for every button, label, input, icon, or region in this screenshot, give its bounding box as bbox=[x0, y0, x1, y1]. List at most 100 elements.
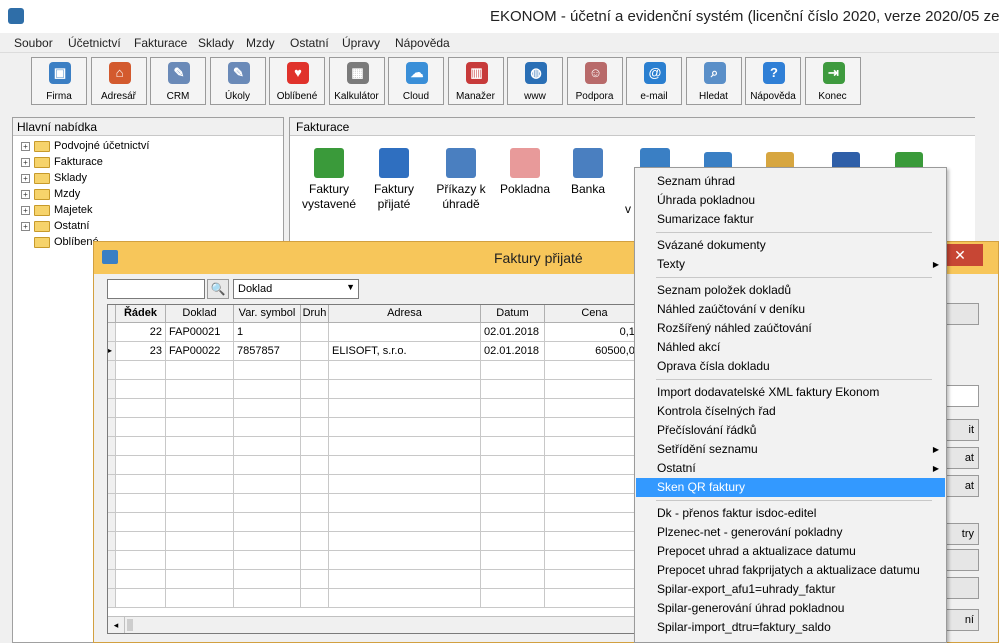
empty-cell[interactable] bbox=[481, 589, 545, 608]
row-indicator[interactable] bbox=[108, 437, 116, 456]
empty-cell[interactable] bbox=[481, 399, 545, 418]
context-menu-item[interactable]: Sken QR faktury bbox=[636, 478, 945, 497]
empty-cell[interactable] bbox=[329, 456, 481, 475]
empty-cell[interactable] bbox=[481, 437, 545, 456]
empty-cell[interactable] bbox=[481, 494, 545, 513]
fakturace-item-3[interactable]: Pokladna bbox=[490, 148, 560, 197]
fakturace-item-4[interactable]: Banka bbox=[553, 148, 623, 197]
context-menu-item[interactable]: Seznam úhrad bbox=[636, 172, 945, 191]
empty-cell[interactable] bbox=[116, 589, 166, 608]
empty-cell[interactable] bbox=[545, 551, 641, 570]
row-indicator[interactable] bbox=[108, 399, 116, 418]
tree-item[interactable]: + Fakturace bbox=[21, 156, 103, 172]
scroll-thumb[interactable] bbox=[127, 619, 133, 631]
empty-cell[interactable] bbox=[234, 380, 301, 399]
context-menu-item[interactable]: Náhled akcí bbox=[636, 338, 945, 357]
empty-cell[interactable] bbox=[329, 570, 481, 589]
empty-cell[interactable] bbox=[545, 418, 641, 437]
empty-cell[interactable] bbox=[301, 494, 329, 513]
empty-cell[interactable] bbox=[329, 361, 481, 380]
column-header[interactable]: Var. symbol bbox=[234, 305, 301, 323]
toolbar-button-6[interactable]: ☁ Cloud bbox=[388, 57, 444, 105]
menu-7[interactable]: Nápověda bbox=[395, 36, 450, 50]
expand-icon[interactable] bbox=[21, 238, 30, 247]
context-menu-item[interactable]: Kontrola číselných řad bbox=[636, 402, 945, 421]
empty-cell[interactable] bbox=[545, 513, 641, 532]
empty-cell[interactable] bbox=[329, 437, 481, 456]
empty-cell[interactable] bbox=[116, 532, 166, 551]
row-indicator[interactable] bbox=[108, 551, 116, 570]
expand-icon[interactable]: + bbox=[21, 173, 30, 183]
tree-item[interactable]: + Majetek bbox=[21, 204, 93, 220]
context-menu-item[interactable]: Import dodavatelské XML faktury Ekonom bbox=[636, 383, 945, 402]
empty-cell[interactable] bbox=[234, 475, 301, 494]
row-indicator[interactable] bbox=[108, 532, 116, 551]
empty-cell[interactable] bbox=[116, 380, 166, 399]
empty-cell[interactable] bbox=[116, 456, 166, 475]
menu-3[interactable]: Sklady bbox=[198, 36, 234, 50]
table-cell[interactable] bbox=[329, 323, 481, 342]
toolbar-button-1[interactable]: ⌂ Adresář bbox=[90, 57, 147, 105]
empty-cell[interactable] bbox=[329, 475, 481, 494]
empty-cell[interactable] bbox=[166, 494, 234, 513]
empty-cell[interactable] bbox=[116, 418, 166, 437]
search-input[interactable] bbox=[107, 279, 205, 299]
empty-cell[interactable] bbox=[234, 437, 301, 456]
menu-1[interactable]: Účetnictví bbox=[68, 36, 121, 50]
empty-cell[interactable] bbox=[481, 551, 545, 570]
empty-cell[interactable] bbox=[166, 456, 234, 475]
empty-cell[interactable] bbox=[301, 380, 329, 399]
table-cell[interactable]: 22 bbox=[116, 323, 166, 342]
empty-cell[interactable] bbox=[234, 494, 301, 513]
table-cell[interactable]: FAP00022 bbox=[166, 342, 234, 361]
context-menu-item[interactable]: Oprava čísla dokladu bbox=[636, 357, 945, 376]
empty-cell[interactable] bbox=[301, 570, 329, 589]
tree-item[interactable]: + Ostatní bbox=[21, 220, 89, 236]
empty-cell[interactable] bbox=[301, 361, 329, 380]
empty-cell[interactable] bbox=[545, 437, 641, 456]
menu-5[interactable]: Ostatní bbox=[290, 36, 329, 50]
empty-cell[interactable] bbox=[301, 532, 329, 551]
row-indicator[interactable]: ▸ bbox=[108, 342, 116, 361]
empty-cell[interactable] bbox=[234, 418, 301, 437]
row-indicator[interactable] bbox=[108, 323, 116, 342]
empty-cell[interactable] bbox=[545, 380, 641, 399]
empty-cell[interactable] bbox=[116, 399, 166, 418]
expand-icon[interactable]: + bbox=[21, 221, 30, 231]
empty-cell[interactable] bbox=[301, 513, 329, 532]
context-menu-item[interactable]: Plzenec-net - generování pokladny bbox=[636, 523, 945, 542]
expand-icon[interactable]: + bbox=[21, 157, 30, 167]
toolbar-button-10[interactable]: @ e-mail bbox=[626, 57, 682, 105]
empty-cell[interactable] bbox=[116, 475, 166, 494]
table-cell[interactable]: FAP00021 bbox=[166, 323, 234, 342]
table-cell[interactable]: 02.01.2018 bbox=[481, 342, 545, 361]
empty-cell[interactable] bbox=[545, 494, 641, 513]
column-header[interactable]: Adresa bbox=[329, 305, 481, 323]
scroll-left-button[interactable]: ◂ bbox=[108, 617, 125, 633]
empty-cell[interactable] bbox=[301, 456, 329, 475]
column-header[interactable]: Datum bbox=[481, 305, 545, 323]
empty-cell[interactable] bbox=[166, 380, 234, 399]
empty-cell[interactable] bbox=[234, 551, 301, 570]
toolbar-button-0[interactable]: ▣ Firma bbox=[31, 57, 87, 105]
empty-cell[interactable] bbox=[329, 418, 481, 437]
empty-cell[interactable] bbox=[166, 437, 234, 456]
empty-cell[interactable] bbox=[329, 380, 481, 399]
toolbar-button-9[interactable]: ☺ Podpora bbox=[566, 57, 623, 105]
toolbar-button-13[interactable]: ⇥ Konec bbox=[804, 57, 861, 105]
context-menu-item[interactable]: Dk - přenos faktur isdoc-editel bbox=[636, 504, 945, 523]
empty-cell[interactable] bbox=[234, 589, 301, 608]
empty-cell[interactable] bbox=[234, 399, 301, 418]
context-menu-item[interactable]: Rozšířený náhled zaúčtování bbox=[636, 319, 945, 338]
empty-cell[interactable] bbox=[545, 475, 641, 494]
fakturace-item-0[interactable]: Faktury vystavené bbox=[294, 148, 364, 212]
toolbar-button-7[interactable]: ▥ Manažer bbox=[447, 57, 504, 105]
empty-cell[interactable] bbox=[234, 361, 301, 380]
context-menu-item[interactable]: Spilar-export_afu1=uhrady_faktur bbox=[636, 580, 945, 599]
empty-cell[interactable] bbox=[545, 361, 641, 380]
empty-cell[interactable] bbox=[545, 532, 641, 551]
context-menu-item[interactable]: Náhled zaúčtování v deníku bbox=[636, 300, 945, 319]
empty-cell[interactable] bbox=[301, 399, 329, 418]
empty-cell[interactable] bbox=[234, 456, 301, 475]
row-indicator[interactable] bbox=[108, 361, 116, 380]
